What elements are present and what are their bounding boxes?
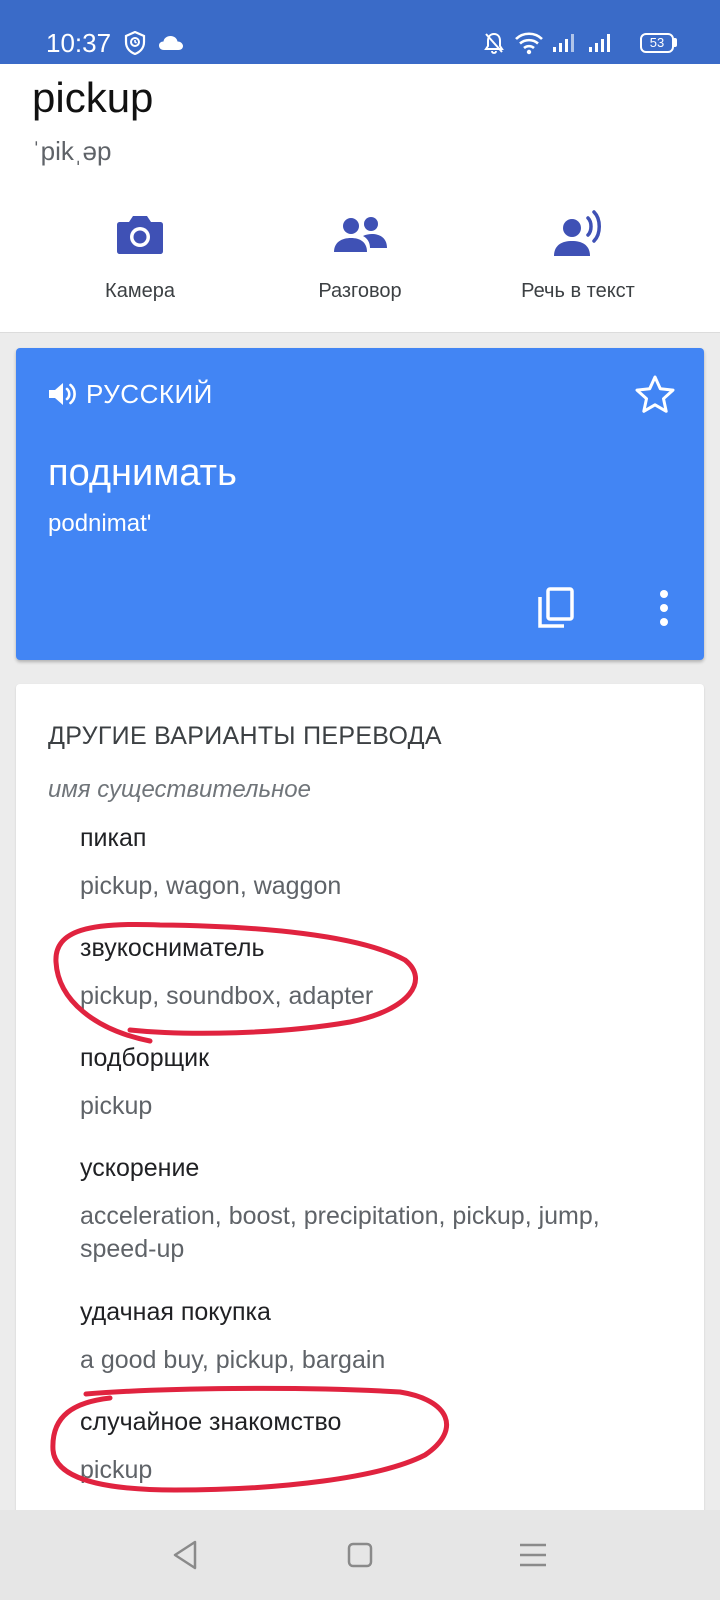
conversation-label: Разговор bbox=[318, 280, 402, 302]
wifi-icon bbox=[515, 32, 543, 55]
home-icon[interactable] bbox=[337, 1532, 383, 1578]
signal-icon bbox=[589, 34, 610, 52]
source-word[interactable]: pickup bbox=[32, 70, 153, 126]
cloud-icon bbox=[159, 36, 183, 50]
voice-icon bbox=[554, 210, 601, 256]
bell-off-icon bbox=[484, 32, 504, 54]
variant-word[interactable]: ускорение bbox=[80, 1152, 199, 1184]
conversation-button[interactable]: Разговор bbox=[250, 204, 470, 314]
battery-tip bbox=[674, 38, 677, 47]
back-icon[interactable] bbox=[163, 1532, 209, 1578]
camera-label: Камера bbox=[105, 280, 175, 302]
variant-synonyms: pickup bbox=[80, 1456, 153, 1484]
source-transcription: ˈpikˌəp bbox=[32, 136, 112, 166]
variant-synonyms: pickup, wagon, waggon bbox=[80, 872, 342, 900]
variant-synonyms: acceleration, boost, precipitation, pick… bbox=[80, 1202, 600, 1263]
status-bar: 10:37 53 bbox=[0, 0, 720, 64]
other-translations-card: ДРУГИЕ ВАРИАНТЫ ПЕРЕВОДА имя существител… bbox=[16, 684, 704, 1514]
transliteration-text: podnimat' bbox=[48, 510, 152, 537]
other-translations-title: ДРУГИЕ ВАРИАНТЫ ПЕРЕВОДА bbox=[48, 722, 442, 750]
variant-word[interactable]: подборщик bbox=[80, 1042, 209, 1074]
people-icon bbox=[334, 217, 387, 252]
variant-word[interactable]: удачная покупка bbox=[80, 1296, 271, 1328]
more-vert-icon[interactable] bbox=[654, 586, 674, 630]
battery-icon: 53 bbox=[640, 33, 674, 53]
variant-synonyms: pickup, soundbox, adapter bbox=[80, 982, 374, 1010]
variant-word[interactable]: звукосниматель bbox=[80, 932, 265, 964]
variant-word[interactable]: пикап bbox=[80, 822, 146, 854]
star-icon[interactable] bbox=[634, 374, 676, 416]
speech-to-text-button[interactable]: Речь в текст bbox=[468, 204, 688, 314]
system-nav-bar bbox=[0, 1510, 720, 1600]
part-of-speech-label: имя существительное bbox=[48, 776, 311, 803]
speech-to-text-label: Речь в текст bbox=[521, 280, 635, 302]
copy-icon[interactable] bbox=[536, 586, 576, 630]
camera-icon bbox=[117, 216, 163, 254]
variant-synonyms: pickup bbox=[80, 1092, 153, 1120]
target-language-label: РУССКИЙ bbox=[86, 379, 213, 409]
signal-icon bbox=[553, 34, 574, 52]
source-header: pickup ˈpikˌəp Камера Разговор Речь в те… bbox=[0, 64, 720, 333]
shield-icon bbox=[124, 31, 146, 55]
variant-word[interactable]: случайное знакомство bbox=[80, 1406, 341, 1438]
camera-button[interactable]: Камера bbox=[30, 204, 250, 314]
translation-text[interactable]: поднимать bbox=[48, 448, 237, 498]
status-time: 10:37 bbox=[46, 28, 112, 58]
translation-card: РУССКИЙ поднимать podnimat' bbox=[16, 348, 704, 660]
variant-synonyms: a good buy, pickup, bargain bbox=[80, 1346, 386, 1374]
menu-icon[interactable] bbox=[510, 1532, 556, 1578]
speaker-icon[interactable] bbox=[46, 378, 78, 410]
